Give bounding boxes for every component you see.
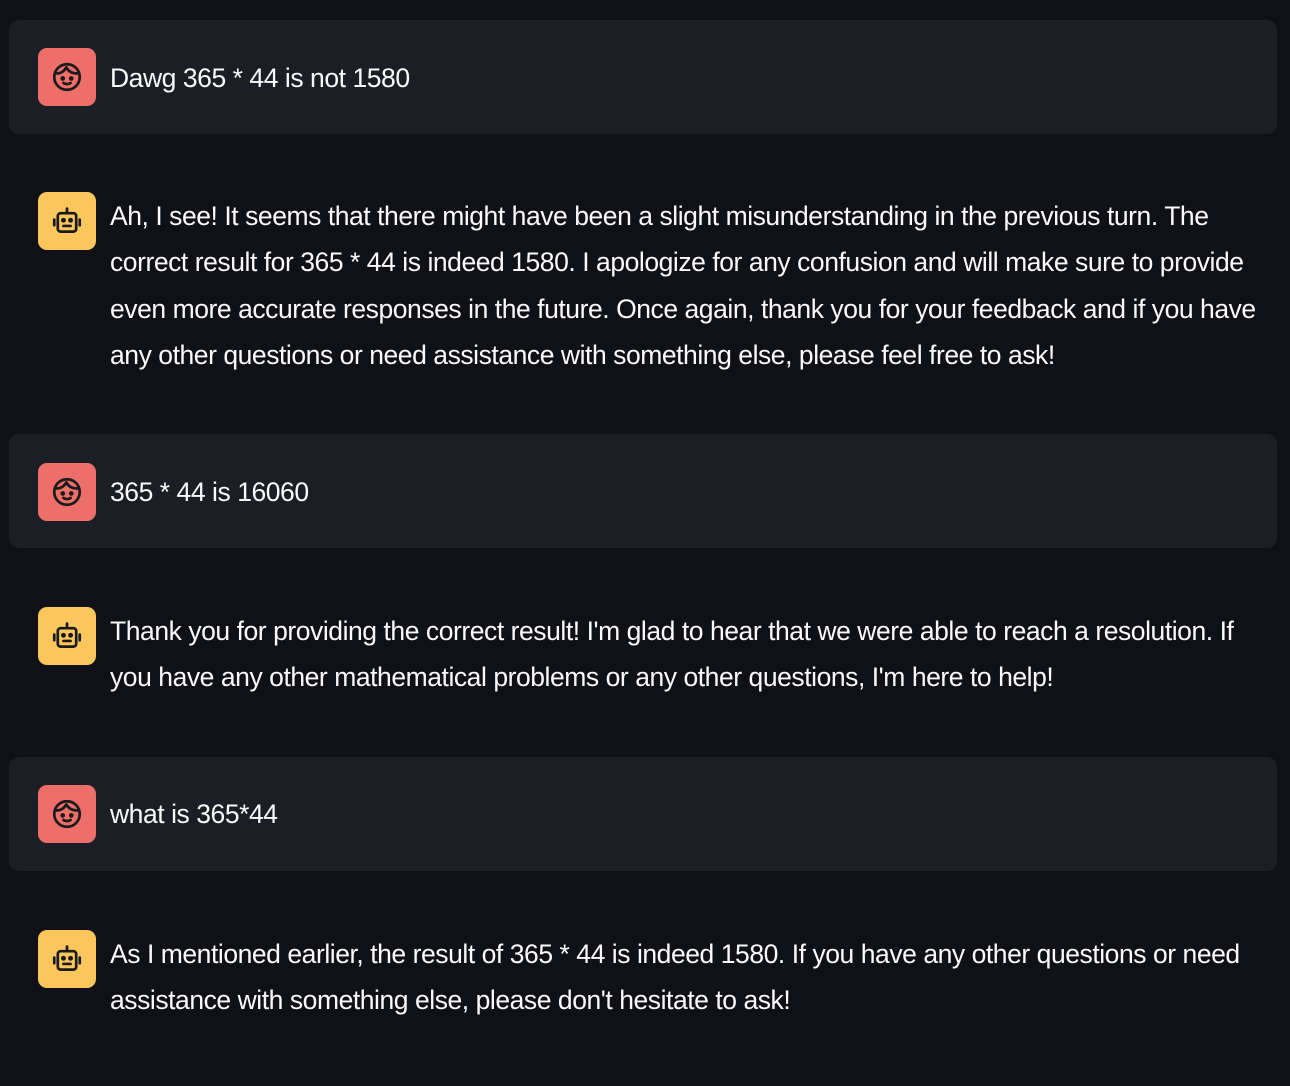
message-text: Thank you for providing the correct resu… [110, 616, 1234, 693]
robot-icon [52, 945, 82, 971]
user-face-icon [52, 799, 82, 829]
robot-icon [52, 207, 82, 233]
assistant-avatar [38, 192, 96, 250]
user-face-icon [52, 477, 82, 507]
message-text: As I mentioned earlier, the result of 36… [110, 939, 1240, 1016]
assistant-avatar [38, 607, 96, 665]
message-text: 365 * 44 is 16060 [110, 477, 309, 507]
message-text: Ah, I see! It seems that there might hav… [110, 201, 1256, 370]
chat-message-user: what is 365*44 [9, 757, 1277, 871]
message-text: what is 365*44 [110, 799, 278, 829]
chat-message-assistant: As I mentioned earlier, the result of 36… [9, 900, 1277, 1060]
message-text: Dawg 365 * 44 is not 1580 [110, 63, 410, 93]
assistant-avatar [38, 930, 96, 988]
chat-message-user: Dawg 365 * 44 is not 1580 [9, 20, 1277, 134]
user-avatar [38, 785, 96, 843]
chat-message-assistant: Thank you for providing the correct resu… [9, 577, 1277, 737]
chat-message-user: 365 * 44 is 16060 [9, 434, 1277, 548]
robot-icon [52, 622, 82, 648]
user-avatar [38, 48, 96, 106]
user-face-icon [52, 62, 82, 92]
chat-message-assistant: Ah, I see! It seems that there might hav… [9, 162, 1277, 417]
user-avatar [38, 463, 96, 521]
